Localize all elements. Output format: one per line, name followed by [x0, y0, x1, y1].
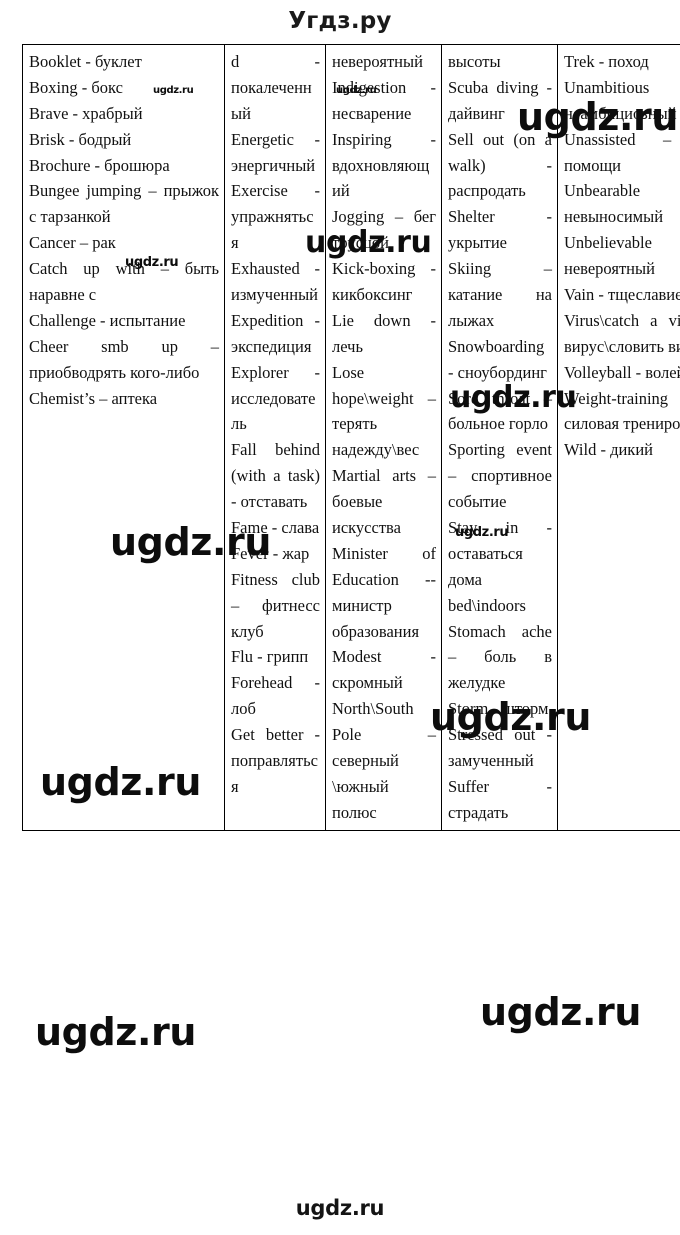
glossary-entry: Unbelievable - невероятный: [564, 233, 680, 279]
glossary-entry: Unassisted – без помощи: [564, 129, 680, 175]
glossary-entry: высоты: [448, 52, 501, 71]
glossary-entry: Virus\catch a virus – вирус\словить виру…: [564, 310, 680, 356]
glossary-entry: Stay in - оставаться дома bed\indoors: [448, 518, 552, 615]
glossary-entry: Unbearable - невыносимый: [564, 181, 680, 227]
glossary-entry: Brave - храбрый: [29, 103, 143, 123]
watermark: ugdz.ru: [480, 990, 642, 1034]
glossary-entry: Exercise - упражняться: [231, 181, 320, 253]
glossary-entry: Fame - слава: [231, 518, 320, 538]
glossary-entry: Lie down - лечь: [332, 310, 436, 356]
glossary-entry: Catch up with – быть наравне с: [29, 259, 219, 305]
glossary-entry: Weight-training – силовая тренировка: [564, 388, 680, 434]
glossary-entry: Scuba diving - дайвинг: [448, 77, 552, 123]
glossary-entry: Bungee jumping – прыжок с тарзанкой: [29, 181, 219, 227]
glossary-entry: Brisk - бодрый: [29, 129, 132, 149]
glossary-entry: Unambitious - неамбициозный: [564, 77, 680, 123]
glossary-entry: Challenge - испытание: [29, 310, 186, 330]
glossary-column-5: Trek - поход Unambitious - неамбициозный U…: [557, 44, 680, 831]
glossary-table: Booklet - буклет Boxing - бокс Brave - хра…: [22, 44, 680, 831]
glossary-entry: Boxing - бокс: [29, 77, 123, 97]
glossary-entry: невероятный: [332, 52, 423, 71]
glossary-entry: Cancer – рак: [29, 233, 116, 253]
glossary-entry: Forehead - лоб: [231, 673, 320, 719]
glossary-entry: Snowboarding - сноубординг: [448, 336, 547, 382]
glossary-entry: Indigestion - несварение: [332, 77, 436, 123]
glossary-entry: Volleyball - волейбол: [564, 362, 680, 382]
glossary-entry: Trek - поход: [564, 52, 649, 71]
glossary-entry: Flu - грипп: [231, 647, 309, 667]
glossary-entry: North\South Pole – северный \южный полюс: [332, 699, 436, 822]
glossary-entry: Sell out (on a walk) - распродать: [448, 129, 552, 201]
glossary-entry: Booklet - буклет: [29, 52, 142, 71]
table-row: Booklet - буклет Boxing - бокс Brave - хра…: [22, 44, 680, 831]
glossary-entry: Exhausted - измученный: [231, 259, 320, 305]
glossary-entry: Sore throat – больное горло: [448, 388, 552, 434]
glossary-entry: d - покалеченный: [231, 52, 320, 123]
watermark: ugdz.ru: [35, 1010, 197, 1054]
glossary-entry: Cheer smb up – приобводрять кого-либо: [29, 336, 219, 382]
glossary-entry: Inspiring - вдохновляющий: [332, 129, 436, 201]
glossary-entry: Stressed out - замученный: [448, 725, 552, 771]
glossary-entry: Jogging – бег трусцой: [332, 207, 436, 253]
glossary-entry: Martial arts – боевые искусства: [332, 466, 436, 538]
glossary-entry: Modest - скромный: [332, 647, 436, 693]
glossary-entry: Stomach ache – боль в желудке: [448, 621, 552, 693]
glossary-entry: Energetic - энергичный: [231, 129, 320, 175]
glossary-entry: Storm - шторм: [448, 699, 549, 719]
glossary-entry: Vain - тщеславие: [564, 285, 680, 305]
glossary-entry: Explorer - исследователь: [231, 362, 320, 434]
glossary-entry: Wild - дикий: [564, 440, 653, 460]
glossary-entry: Sporting event – спортивное событие: [448, 440, 552, 512]
glossary-entry: Kick-boxing - кикбоксинг: [332, 259, 436, 305]
glossary-entry: Fever - жар: [231, 543, 310, 563]
glossary-entry: Minister of Education -- министр образов…: [332, 543, 436, 641]
footer-watermark: ugdz.ru: [295, 1196, 385, 1220]
glossary-column-2: d - покалеченный Energetic - энергичный Ex…: [224, 44, 326, 831]
glossary-entry: Get better - поправляться: [231, 725, 320, 796]
glossary-entry: Expedition - экспедиция: [231, 310, 320, 356]
glossary-entry: Fitness club – фитнесс клуб: [231, 569, 320, 641]
glossary-entry: Brochure - брошюра: [29, 155, 170, 175]
glossary-entry: Lose hope\weight – терять надежду\вес: [332, 362, 436, 460]
glossary-entry: Suffer - страдать: [448, 776, 552, 822]
glossary-entry: Shelter - укрытие: [448, 207, 552, 253]
glossary-column-3: невероятный Indigestion - несварение Inspi…: [325, 44, 442, 831]
glossary-entry: Chemist’s – аптека: [29, 388, 158, 408]
page-title: Угдз.ру: [288, 8, 392, 34]
glossary-entry: Skiing – катание на лыжах: [448, 259, 552, 330]
glossary-entry: Fall behind (with a task) - отставать: [231, 440, 320, 512]
glossary-column-1: Booklet - буклет Boxing - бокс Brave - хра…: [22, 44, 225, 831]
glossary-column-4: высоты Scuba diving - дайвинг Sell out (on…: [441, 44, 558, 831]
